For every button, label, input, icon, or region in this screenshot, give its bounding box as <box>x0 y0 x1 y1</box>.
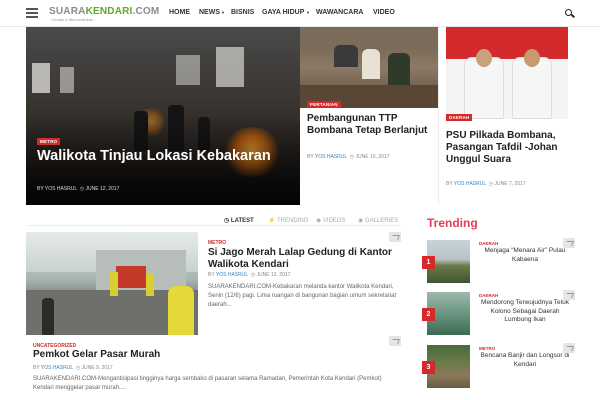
nav-video[interactable]: VIDEO <box>373 9 395 16</box>
post-meta: BY YOS HASRUL ◷ JUNE 12, 2017 <box>37 186 120 192</box>
author-link[interactable]: YOS HASRUL <box>454 181 486 187</box>
logo-tagline: Cerdas & Mencerahkan <box>51 17 94 22</box>
author-link[interactable]: YOS HASRUL <box>315 154 347 160</box>
category-badge[interactable]: PERTANIAN <box>307 101 341 108</box>
rank-badge: 3 <box>422 361 435 374</box>
site-logo[interactable]: SUARAKENDARI.COM Cerdas & Mencerahkan <box>49 6 159 22</box>
card-title[interactable]: Pembangunan TTP Bombana Tetap Berlanjut <box>307 113 435 137</box>
video-icon: ◉ <box>316 218 322 224</box>
chevron-down-icon: ▼ <box>221 10 225 15</box>
menu-icon[interactable] <box>26 8 38 18</box>
trending-title[interactable]: Bencana Banjir dan Longsor di Kendari <box>479 352 571 369</box>
author-link[interactable]: YOS HASRUL <box>45 186 77 192</box>
post-meta: BY YOS HASRUL ◷ JUNE 10, 2017 <box>307 154 390 160</box>
clock-icon: ◷ <box>250 272 256 278</box>
gallery-icon: ◉ <box>358 218 364 224</box>
nav-news[interactable]: NEWS <box>199 9 220 16</box>
tab-latest[interactable]: ◷ LATEST <box>224 217 254 224</box>
nav-bisnis[interactable]: BISNIS <box>231 9 254 16</box>
trending-item[interactable]: 1 DAERAH Menjaga “Menara Air” Pulau Kaba… <box>422 238 575 284</box>
featured-card[interactable]: DAERAH PSU Pilkada Bombana, Pasangan Taf… <box>438 27 574 205</box>
site-header: SUARAKENDARI.COM Cerdas & Mencerahkan HO… <box>0 0 600 27</box>
tab-galleries[interactable]: ◉ GALLERIES <box>358 217 398 224</box>
chevron-down-icon: ▼ <box>306 10 310 15</box>
trending-item[interactable]: 3 METRO Bencana Banjir dan Longsor di Ke… <box>422 343 575 389</box>
post-thumbnail[interactable] <box>26 232 198 335</box>
rank-badge: 2 <box>422 308 435 321</box>
post-meta: BY YOS HASRUL ◷ JUNE 12, 2017 <box>208 272 291 278</box>
clock-icon: ◷ <box>488 181 494 187</box>
category-label[interactable]: METRO <box>479 346 495 351</box>
divider <box>26 225 401 226</box>
featured-card[interactable]: PERTANIAN Pembangunan TTP Bombana Tetap … <box>300 27 438 205</box>
article-excerpt: SUARAKENDARI.COM-Kebakaran melanda kanto… <box>208 284 397 308</box>
trending-heading: Trending <box>427 216 478 230</box>
nav-gaya-hidup[interactable]: GAYA HIDUP <box>262 9 304 16</box>
clock-icon: ◷ <box>349 154 355 160</box>
trending-title[interactable]: Menjaga “Menara Air” Pulau Kabaena <box>479 247 571 264</box>
category-badge[interactable]: METRO <box>37 138 61 145</box>
category-label[interactable]: DAERAH <box>479 241 498 246</box>
article-title[interactable]: Si Jago Merah Lalap Gedung di Kantor Wal… <box>208 247 398 271</box>
category-label[interactable]: METRO <box>208 240 226 246</box>
author-link[interactable]: YOS HASRUL <box>216 272 248 278</box>
logo-main: SUARA <box>49 6 86 17</box>
nav-wawancara[interactable]: WAWANCARA <box>316 9 363 16</box>
post-thumbnail <box>446 27 568 119</box>
trending-item[interactable]: 2 DAERAH Mendorong Terwujudnya Teluk Kol… <box>422 290 575 336</box>
rank-badge: 1 <box>422 256 435 269</box>
share-icon[interactable] <box>563 343 575 353</box>
clock-icon: ◷ <box>75 365 81 371</box>
share-icon[interactable] <box>389 232 401 242</box>
author-link[interactable]: YOS HASRUL <box>41 365 73 371</box>
share-icon[interactable] <box>389 336 401 346</box>
category-badge[interactable]: DAERAH <box>446 114 473 121</box>
tab-videos[interactable]: ◉ VIDEOS <box>316 217 346 224</box>
clock-icon: ◷ <box>79 186 85 192</box>
search-icon[interactable] <box>565 9 575 18</box>
logo-accent: KENDARI <box>85 6 133 17</box>
post-thumbnail <box>300 27 438 108</box>
post-meta: BY YOS HASRUL ◷ JUNE 7, 2017 <box>446 181 526 187</box>
nav-home[interactable]: HOME <box>169 9 190 16</box>
card-title[interactable]: PSU Pilkada Bombana, Pasangan Tafdil -Jo… <box>446 130 572 166</box>
clock-icon: ◷ <box>224 218 230 224</box>
trending-title[interactable]: Mendorong Terwujudnya Teluk Kolono Sebag… <box>479 299 571 325</box>
trending-icon: ⚡ <box>268 218 276 224</box>
tab-trending[interactable]: ⚡ TRENDING <box>268 217 308 224</box>
article-title[interactable]: Pemkot Gelar Pasar Murah <box>33 349 283 361</box>
share-icon[interactable] <box>563 238 575 248</box>
category-label[interactable]: DAERAH <box>479 293 498 298</box>
hero-title[interactable]: Walikota Tinjau Lokasi Kebakaran <box>37 147 277 165</box>
post-meta: BY YOS HASRUL ◷ JUNE 9, 2017 <box>33 365 113 371</box>
share-icon[interactable] <box>563 290 575 300</box>
article-excerpt: SUARAKENDARI.COM-Mengantisipasi tingginy… <box>33 376 382 391</box>
featured-hero[interactable]: METRO Walikota Tinjau Lokasi Kebakaran B… <box>26 27 300 205</box>
logo-tld: .COM <box>132 6 160 17</box>
